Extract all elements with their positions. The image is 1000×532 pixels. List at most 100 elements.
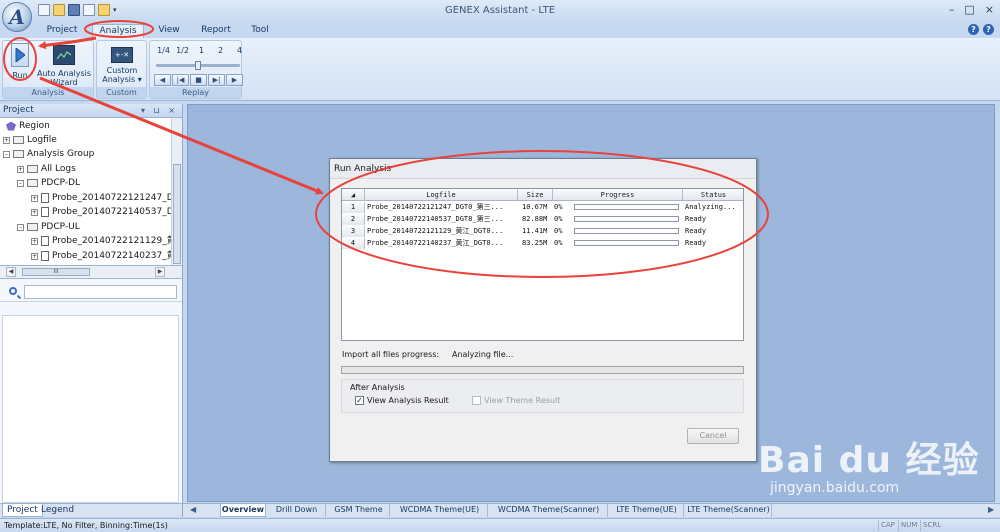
close-button[interactable]: × <box>985 3 994 16</box>
collapse-icon[interactable]: – <box>17 179 24 187</box>
expand-icon[interactable]: + <box>31 194 38 202</box>
cell-num: 2 <box>342 214 365 225</box>
watermark-url: jingyan.baidu.com <box>770 480 900 496</box>
about-icon[interactable]: ? <box>983 24 994 35</box>
view-theme-result-checkbox[interactable]: View Theme Result <box>472 396 560 405</box>
scroll-right-icon[interactable]: ▶ <box>155 267 165 277</box>
collapse-icon[interactable]: – <box>3 150 10 158</box>
tab-wcdma-theme-ue[interactable]: WCDMA Theme(UE) <box>392 504 488 517</box>
tree-label: Region <box>19 121 50 131</box>
wizard-label-line1: Auto Analysis <box>36 69 92 78</box>
step-back-icon[interactable]: |◀ <box>172 74 189 86</box>
tree-label: Probe_20140722121247_D <box>52 193 174 203</box>
cell-logfile: Probe_20140722140237_黄江_DGT0... <box>367 239 504 247</box>
checkbox-checked-icon[interactable]: ✓ <box>355 396 364 405</box>
tab-legend[interactable]: Legend <box>37 504 78 517</box>
tab-lte-theme-ue[interactable]: LTE Theme(UE) <box>610 504 684 517</box>
column-logfile[interactable]: Logfile <box>365 189 518 201</box>
tree-item-probe-dl-2[interactable]: + Probe_20140722140537_D <box>31 205 174 219</box>
logfile-grid[interactable]: ◢ Logfile Size Progress Status 1 Probe_20… <box>341 188 744 341</box>
cell-logfile: Probe_20140722121129_黄江_DGT0... <box>367 227 504 235</box>
replay-controls: ◀ |◀ ■ ▶| ▶ <box>154 74 243 86</box>
tab-lte-theme-scanner[interactable]: LTE Theme(Scanner) <box>686 504 772 517</box>
ribbon-group-analysis: Run Auto Analysis Wizard Analysis <box>2 40 94 99</box>
group-label-replay: Replay <box>150 87 241 98</box>
folder-icon <box>27 223 38 231</box>
expand-icon[interactable]: + <box>31 252 38 260</box>
tree-item-analysis-group[interactable]: – Analysis Group <box>3 147 94 161</box>
tabs-scroll-right-icon[interactable]: ▶ <box>988 505 994 514</box>
tree-item-logfile[interactable]: + Logfile <box>3 133 57 147</box>
grid-header: ◢ Logfile Size Progress Status <box>342 189 743 201</box>
scroll-lock-indicator: SCRL <box>920 520 943 531</box>
scroll-thumb[interactable] <box>173 164 181 264</box>
tree-horizontal-scrollbar[interactable]: ◀ III ▶ <box>0 266 182 279</box>
tree-item-pdcp-ul[interactable]: – PDCP-UL <box>17 220 80 234</box>
expand-icon[interactable]: + <box>31 237 38 245</box>
auto-analysis-wizard-button[interactable]: Auto Analysis Wizard <box>35 43 93 87</box>
tree-item-probe-ul-2[interactable]: + Probe_20140722140237_黄 <box>31 249 176 263</box>
speed-half: 1/2 <box>176 46 189 55</box>
table-row[interactable]: 3 Probe_20140722121129_黄江_DGT0... 11.41M 0%… <box>342 226 743 237</box>
tab-view[interactable]: View <box>152 24 186 38</box>
search-icon[interactable] <box>9 287 17 295</box>
tab-wcdma-theme-scanner[interactable]: WCDMA Theme(Scanner) <box>490 504 608 517</box>
expand-icon[interactable]: + <box>3 136 10 144</box>
import-status-text: Analyzing file... <box>452 350 514 359</box>
run-icon <box>11 43 29 67</box>
import-progress-label: Import all files progress: <box>342 350 440 359</box>
tree-item-pdcp-dl[interactable]: – PDCP-DL <box>17 176 80 190</box>
scroll-thumb[interactable]: III <box>22 268 90 276</box>
table-row[interactable]: 4 Probe_20140722140237_黄江_DGT0... 83.25M 0%… <box>342 238 743 249</box>
view-theme-result-label: View Theme Result <box>484 396 561 405</box>
tab-drill-down[interactable]: Drill Down <box>268 504 326 517</box>
tree-item-probe-ul-1[interactable]: + Probe_20140722121129_黄 <box>31 234 176 248</box>
num-lock-indicator: NUM <box>898 520 919 531</box>
table-row[interactable]: 1 Probe_20140722121247_DGT0_第三... 10.67M 0%… <box>342 202 743 213</box>
scroll-left-icon[interactable]: ◀ <box>6 267 16 277</box>
minimize-button[interactable]: – <box>949 3 955 16</box>
tree-item-probe-dl-1[interactable]: + Probe_20140722121247_D <box>31 191 174 205</box>
custom-analysis-button[interactable]: +-✕ Custom Analysis ▾ <box>99 43 145 84</box>
expand-icon[interactable]: + <box>31 208 38 216</box>
tab-tool[interactable]: Tool <box>244 24 276 38</box>
tab-analysis[interactable]: Analysis <box>92 24 144 38</box>
row-progress-bar <box>574 240 679 246</box>
tabs-scroll-left-icon[interactable]: ◀ <box>190 505 196 514</box>
tree-item-all-logs[interactable]: + All Logs <box>17 162 76 176</box>
speed-quarter: 1/4 <box>157 46 170 55</box>
column-progress[interactable]: Progress <box>553 189 683 201</box>
play-icon[interactable]: ▶ <box>226 74 243 86</box>
panel-pin-icons[interactable]: ▾ ⊔ × <box>141 104 178 117</box>
cell-size: 10.67M <box>522 203 548 211</box>
tab-overview[interactable]: Overview <box>220 504 266 517</box>
search-input[interactable] <box>24 285 177 299</box>
expand-icon[interactable]: + <box>17 165 24 173</box>
tree-item-region[interactable]: Region <box>6 119 50 133</box>
cell-size: 11.41M <box>522 227 548 235</box>
folder-icon <box>13 136 24 144</box>
tab-gsm-theme[interactable]: GSM Theme <box>328 504 390 517</box>
after-analysis-label: After Analysis <box>350 383 405 392</box>
help-icon[interactable]: ? <box>968 24 979 35</box>
view-analysis-result-checkbox[interactable]: ✓ View Analysis Result <box>355 396 449 405</box>
stop-icon[interactable]: ■ <box>190 74 207 86</box>
tab-report[interactable]: Report <box>196 24 236 38</box>
collapse-icon[interactable]: – <box>17 223 24 231</box>
play-back-icon[interactable]: ◀ <box>154 74 171 86</box>
checkbox-unchecked-icon[interactable] <box>472 396 481 405</box>
tab-project[interactable]: Project <box>42 24 82 38</box>
cancel-button[interactable]: Cancel <box>687 428 739 444</box>
project-tree[interactable]: Region + Logfile – Analysis Group + All Log… <box>0 118 182 266</box>
tree-vertical-scrollbar[interactable] <box>171 118 182 265</box>
run-button[interactable]: Run <box>6 43 34 80</box>
column-size[interactable]: Size <box>518 189 553 201</box>
table-row[interactable]: 2 Probe_20140722140537_DGT8_第三... 82.88M 0%… <box>342 214 743 225</box>
ribbon-tabs: Project Analysis View Report Tool ? ? <box>0 22 1000 38</box>
maximize-button[interactable]: □ <box>964 3 974 16</box>
column-status[interactable]: Status <box>683 189 744 201</box>
replay-speed-thumb[interactable] <box>195 61 201 70</box>
step-forward-icon[interactable]: ▶| <box>208 74 225 86</box>
cell-size: 82.88M <box>522 215 548 223</box>
app-menu-button[interactable]: A <box>2 2 32 32</box>
